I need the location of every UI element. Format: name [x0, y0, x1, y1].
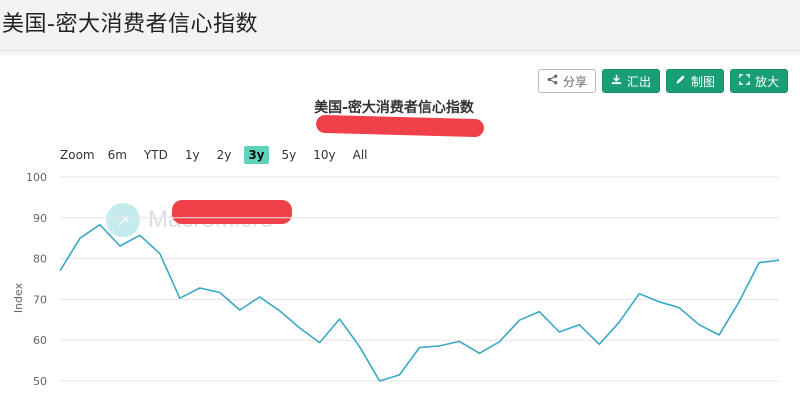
y-tick-label-3: 70 [33, 293, 47, 306]
y-tick-label-5: 50 [33, 375, 47, 388]
y-tick-label-1: 90 [33, 212, 47, 225]
y-tick-label-2: 80 [33, 253, 47, 266]
y-tick-label-4: 60 [33, 334, 47, 347]
y-tick-label-0: 100 [26, 171, 47, 184]
line-chart: 100 90 80 70 60 50 Index [12, 171, 780, 388]
y-axis-label: Index [12, 282, 25, 313]
series-line-0 [59, 223, 780, 382]
